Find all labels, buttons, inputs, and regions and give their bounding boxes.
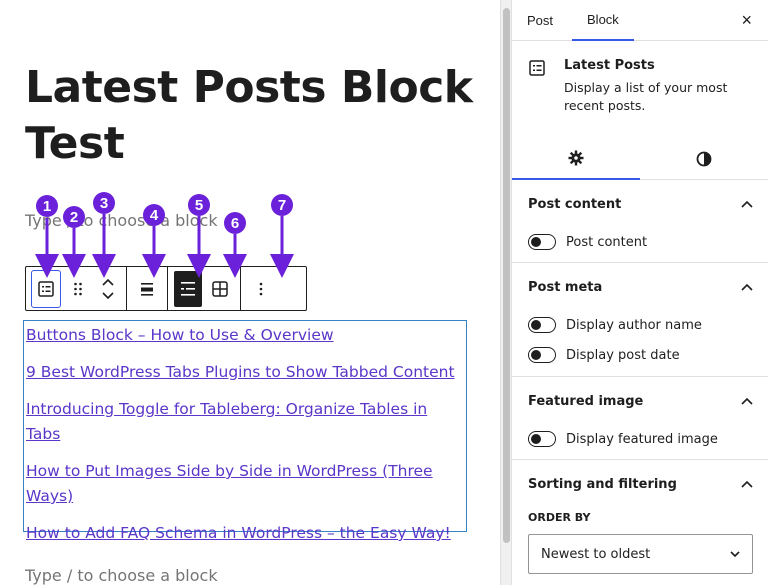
- toggle-row[interactable]: Post content: [528, 227, 753, 257]
- block-card-description: Display a list of your most recent posts…: [564, 80, 728, 113]
- block-mover: [96, 271, 120, 307]
- panel-title: Sorting and filtering: [528, 476, 677, 492]
- list-item: 9 Best WordPress Tabs Plugins to Show Ta…: [26, 360, 466, 385]
- editor-scrollbar[interactable]: [500, 0, 511, 585]
- post-link[interactable]: Introducing Toggle for Tableberg: Organi…: [26, 400, 427, 443]
- list-view-button[interactable]: [174, 270, 202, 307]
- post-link[interactable]: How to Put Images Side by Side in WordPr…: [26, 462, 433, 505]
- move-down-icon[interactable]: [101, 291, 115, 301]
- post-link[interactable]: Buttons Block – How to Use & Overview: [26, 326, 334, 344]
- panel-sorting-filtering: Sorting and filtering ORDER BY Newest to…: [512, 461, 768, 585]
- toolbar-group-block: [26, 267, 127, 310]
- panel-featured-image: Featured image Display featured image: [512, 378, 768, 460]
- align-icon: [141, 282, 153, 296]
- chevron-up-icon: [741, 480, 753, 488]
- callout-badge: 1: [36, 195, 58, 217]
- settings-sidebar: Post Block × Latest Posts Display a list…: [511, 0, 768, 585]
- callout-badge: 2: [63, 206, 85, 228]
- more-options-button[interactable]: [247, 271, 275, 307]
- toggle-label: Display author name: [566, 317, 702, 333]
- panel-header[interactable]: Post meta: [528, 264, 753, 310]
- list-item: Buttons Block – How to Use & Overview: [26, 323, 466, 348]
- inspector-tabs: [512, 137, 768, 180]
- order-by-label: ORDER BY: [528, 511, 591, 524]
- order-by-select[interactable]: Newest to oldest: [528, 534, 753, 574]
- chevron-up-icon: [741, 283, 753, 291]
- latest-posts-list: Buttons Block – How to Use & Overview 9 …: [23, 320, 467, 542]
- grid-view-button[interactable]: [206, 271, 234, 307]
- callout-badge: 5: [188, 194, 210, 216]
- toolbar-group-view: [168, 267, 241, 310]
- order-by-value: Newest to oldest: [541, 546, 651, 562]
- panel-title: Featured image: [528, 393, 644, 409]
- toolbar-group-options: [241, 267, 281, 310]
- toggle-row[interactable]: Display featured image: [528, 424, 753, 454]
- latest-posts-icon: [38, 280, 54, 297]
- drag-handle-icon: [74, 282, 82, 295]
- tab-block[interactable]: Block: [572, 0, 634, 41]
- chevron-up-icon: [741, 200, 753, 208]
- panel-post-content: Post content Post content: [512, 181, 768, 263]
- toggle-switch[interactable]: [528, 234, 556, 250]
- list-item: Introducing Toggle for Tableberg: Organi…: [26, 397, 466, 447]
- list-item: How to Put Images Side by Side in WordPr…: [26, 459, 466, 509]
- editor-canvas: Latest Posts Block Test Type / to choose…: [0, 0, 500, 585]
- chevron-up-icon: [741, 397, 753, 405]
- toggle-label: Display post date: [566, 347, 680, 363]
- toggle-row[interactable]: Display post date: [528, 340, 753, 370]
- move-up-icon[interactable]: [101, 277, 115, 287]
- toggle-switch[interactable]: [528, 347, 556, 363]
- callout-badge: 7: [271, 194, 293, 216]
- toolbar-group-align: [127, 267, 168, 310]
- list-item: How to Add FAQ Schema in WordPress – the…: [26, 521, 466, 546]
- panel-title: Post meta: [528, 279, 603, 295]
- tab-styles[interactable]: [640, 137, 768, 180]
- toggle-switch[interactable]: [528, 317, 556, 333]
- tab-post[interactable]: Post: [512, 0, 568, 41]
- block-card-title: Latest Posts: [564, 58, 655, 73]
- post-link[interactable]: How to Add FAQ Schema in WordPress – the…: [26, 524, 451, 542]
- panel-header[interactable]: Featured image: [528, 378, 753, 424]
- drag-handle-button[interactable]: [64, 271, 92, 307]
- scrollbar-thumb[interactable]: [503, 8, 510, 543]
- panel-header[interactable]: Post content: [528, 181, 753, 227]
- post-link[interactable]: 9 Best WordPress Tabs Plugins to Show Ta…: [26, 363, 455, 381]
- block-placeholder[interactable]: Type / to choose a block: [25, 566, 218, 585]
- panel-post-meta: Post meta Display author name Display po…: [512, 264, 768, 377]
- list-view-icon: [181, 281, 195, 296]
- toggle-row[interactable]: Display author name: [528, 310, 753, 340]
- chevron-down-icon: [730, 551, 740, 557]
- block-toolbar: [25, 266, 307, 311]
- callout-badge: 6: [224, 212, 246, 234]
- panel-title: Post content: [528, 196, 622, 212]
- block-type-button[interactable]: [31, 269, 61, 308]
- callout-badge: 4: [143, 204, 165, 226]
- tab-settings[interactable]: [512, 137, 640, 180]
- align-button[interactable]: [133, 271, 161, 307]
- sidebar-tabs: Post Block ×: [512, 0, 768, 41]
- panel-header[interactable]: Sorting and filtering: [528, 461, 753, 507]
- gear-icon: [568, 150, 584, 165]
- grid-view-icon: [212, 280, 228, 297]
- post-title[interactable]: Latest Posts Block Test: [25, 60, 495, 172]
- close-icon[interactable]: ×: [741, 11, 752, 29]
- toggle-switch[interactable]: [528, 431, 556, 447]
- more-options-icon: [259, 282, 263, 295]
- toggle-label: Post content: [566, 234, 648, 250]
- callout-badge: 3: [93, 192, 115, 214]
- toggle-label: Display featured image: [566, 431, 718, 447]
- contrast-icon: [696, 151, 712, 166]
